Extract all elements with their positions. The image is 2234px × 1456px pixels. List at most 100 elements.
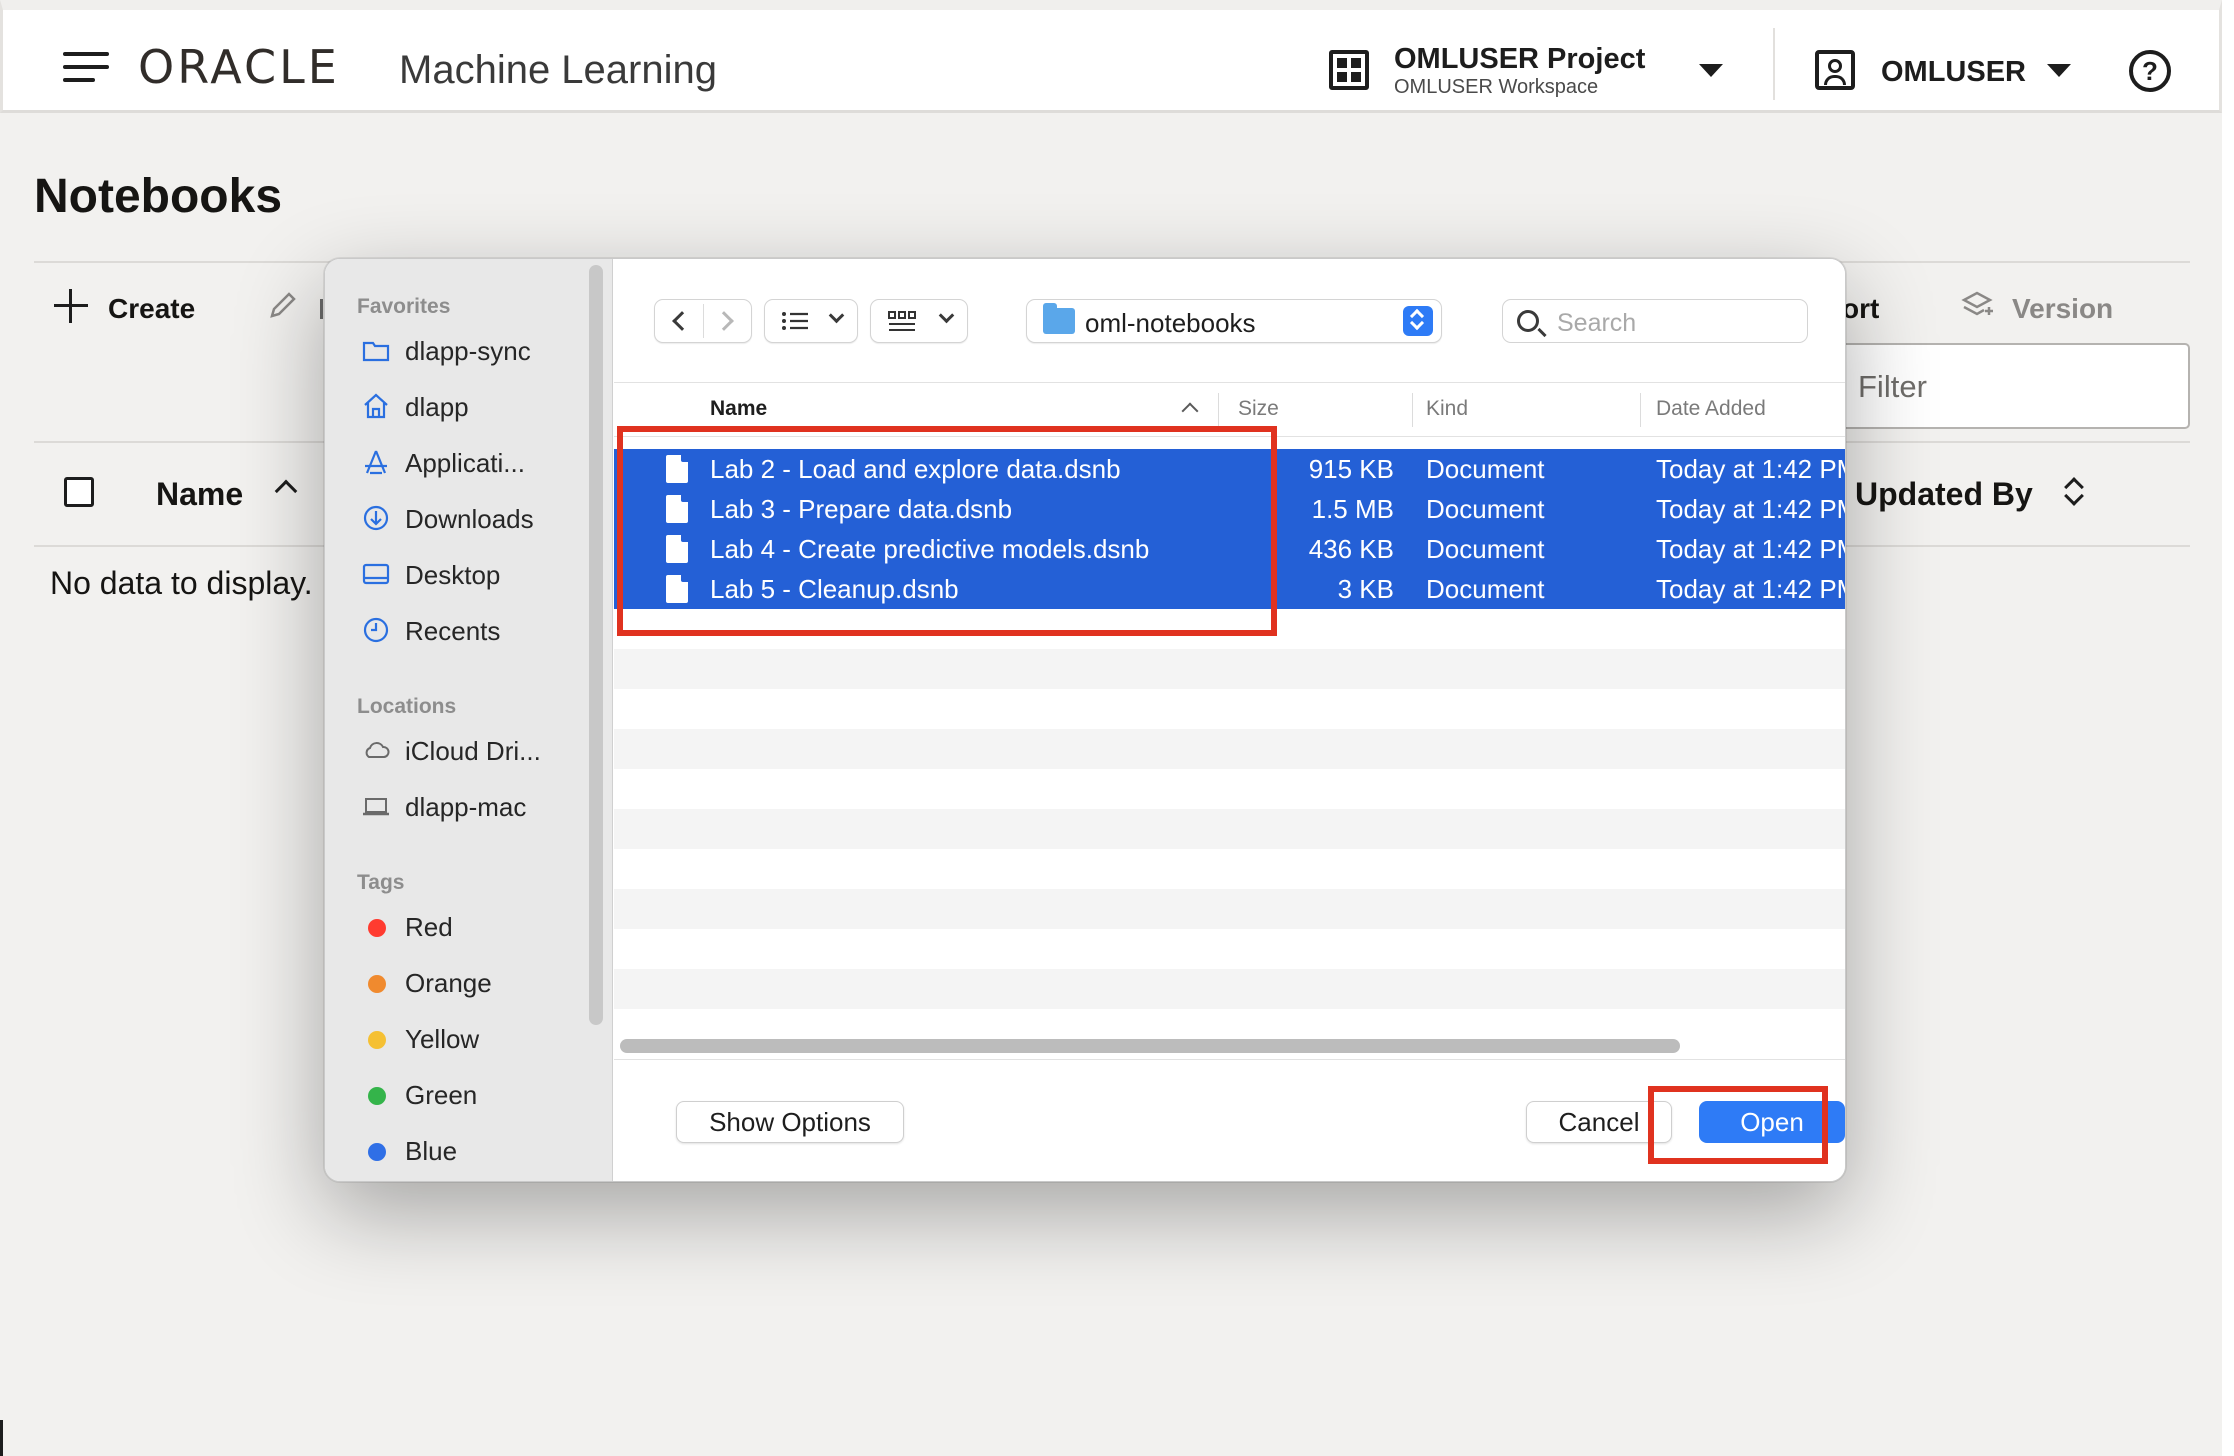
sidebar-tag-red[interactable]: Red	[357, 905, 589, 949]
toolbar-separator	[320, 299, 323, 319]
applications-icon	[365, 450, 387, 475]
create-button[interactable]: Create	[108, 293, 195, 325]
sidebar-scrollbar[interactable]	[589, 265, 603, 1025]
menu-icon[interactable]	[63, 52, 109, 82]
sidebar-item-label: Recents	[405, 616, 501, 646]
clock-icon	[363, 617, 389, 643]
folder-icon	[362, 341, 390, 362]
column-header-name[interactable]: Name	[156, 476, 243, 513]
search-icon	[1517, 310, 1539, 332]
filter-input[interactable]: Filter	[1840, 343, 2190, 429]
sidebar-item-recents[interactable]: Recents	[357, 609, 589, 653]
window-edge	[0, 1420, 3, 1456]
sidebar-item-desktop[interactable]: Desktop	[357, 553, 589, 597]
project-icon[interactable]	[1329, 50, 1369, 90]
sort-ascending-icon[interactable]	[274, 479, 298, 503]
current-folder: oml-notebooks	[1085, 308, 1256, 338]
dialog-sidebar: Favorites dlapp-sync dlapp Applicati... …	[325, 259, 613, 1181]
page-title: Notebooks	[34, 170, 283, 223]
grid-view-icon	[888, 311, 916, 331]
tag-label: Orange	[405, 968, 492, 998]
empty-row	[614, 889, 1845, 929]
project-dropdown-icon[interactable]	[1699, 64, 1723, 77]
version-button[interactable]: Version	[2012, 293, 2113, 325]
list-view-button[interactable]	[764, 299, 858, 343]
dialog-main: oml-notebooks Search Name Size Kind Date…	[614, 259, 1846, 1181]
version-icon[interactable]	[1960, 289, 1994, 323]
empty-message: No data to display.	[50, 565, 313, 601]
folder-icon	[1043, 303, 1075, 334]
sidebar-item-label: iCloud Dri...	[405, 736, 541, 766]
sidebar-item-downloads[interactable]: Downloads	[357, 497, 589, 541]
user-name[interactable]: OMLUSER	[1881, 56, 2026, 89]
dialog-toolbar: oml-notebooks Search	[614, 259, 1845, 383]
plus-icon[interactable]	[54, 289, 88, 323]
favorites-heading: Favorites	[357, 295, 451, 318]
show-options-button[interactable]: Show Options	[676, 1101, 904, 1143]
sidebar-item-label: dlapp-mac	[405, 792, 527, 822]
product-name: Machine Learning	[399, 48, 717, 92]
pencil-icon[interactable]	[266, 288, 300, 322]
home-icon	[364, 393, 388, 419]
column-header-updated-by[interactable]: Updated By	[1855, 476, 2033, 513]
updown-icon	[1403, 306, 1433, 336]
highlight-selected-files	[617, 426, 1277, 636]
user-icon[interactable]	[1815, 50, 1855, 90]
select-all-checkbox[interactable]	[64, 477, 94, 507]
laptop-icon	[363, 798, 389, 816]
search-input[interactable]: Search	[1502, 299, 1808, 343]
sidebar-item-dlapp-sync[interactable]: dlapp-sync	[357, 329, 589, 373]
sidebar-item-label: Downloads	[405, 504, 534, 534]
tags-heading: Tags	[357, 871, 405, 894]
horizontal-scrollbar[interactable]	[620, 1039, 1680, 1053]
forward-icon[interactable]	[714, 311, 734, 331]
back-icon[interactable]	[672, 311, 692, 331]
sidebar-tag-blue[interactable]: Blue	[357, 1129, 589, 1173]
help-icon[interactable]: ?	[2129, 50, 2171, 92]
sidebar-tag-yellow[interactable]: Yellow	[357, 1017, 589, 1061]
divider	[614, 1059, 1845, 1060]
sidebar-tag-green[interactable]: Green	[357, 1073, 589, 1117]
tag-label: Green	[405, 1080, 478, 1110]
file-date: Today at 1:42 PM	[1656, 454, 1846, 484]
file-kind: Document	[1426, 454, 1545, 484]
file-kind: Document	[1426, 494, 1545, 524]
sidebar-item-icloud-drive[interactable]: iCloud Dri...	[357, 729, 589, 773]
chevron-down-icon	[938, 307, 955, 324]
file-date: Today at 1:42 PM	[1656, 574, 1846, 604]
empty-row	[614, 649, 1845, 689]
file-date: Today at 1:42 PM	[1656, 494, 1846, 524]
sort-icon[interactable]	[2064, 477, 2086, 507]
file-kind: Document	[1426, 574, 1545, 604]
blue-tag-icon	[368, 1143, 386, 1161]
filter-placeholder: Filter	[1858, 369, 1927, 404]
tag-label: Yellow	[405, 1024, 480, 1054]
column-header-date-added[interactable]: Date Added	[1656, 397, 1766, 421]
desktop-icon	[362, 563, 390, 585]
sidebar-item-label: Applicati...	[405, 448, 525, 478]
sidebar-tag-orange[interactable]: Orange	[357, 961, 589, 1005]
file-kind: Document	[1426, 534, 1545, 564]
column-header-name[interactable]: Name	[710, 397, 767, 421]
sidebar-item-label: dlapp-sync	[405, 336, 531, 366]
project-title[interactable]: OMLUSER Project	[1394, 43, 1645, 76]
location-popup[interactable]: oml-notebooks	[1026, 299, 1442, 343]
empty-row	[614, 729, 1845, 769]
import-button[interactable]: ort	[1842, 293, 1879, 325]
sort-ascending-icon	[1181, 402, 1199, 420]
empty-row	[614, 809, 1845, 849]
user-dropdown-icon[interactable]	[2047, 64, 2071, 77]
column-header-size[interactable]: Size	[1238, 397, 1279, 421]
sidebar-item-label: dlapp	[405, 392, 469, 422]
file-date: Today at 1:42 PM	[1656, 534, 1846, 564]
group-button[interactable]	[870, 299, 968, 343]
sidebar-item-applications[interactable]: Applicati...	[357, 441, 589, 485]
sidebar-item-label: Desktop	[405, 560, 501, 590]
search-placeholder: Search	[1557, 309, 1637, 337]
sidebar-item-dlapp[interactable]: dlapp	[357, 385, 589, 429]
file-open-dialog: Favorites dlapp-sync dlapp Applicati... …	[324, 258, 1846, 1182]
sidebar-item-dlapp-mac[interactable]: dlapp-mac	[357, 785, 589, 829]
column-header-kind[interactable]: Kind	[1426, 397, 1468, 421]
nav-buttons	[654, 299, 752, 343]
chevron-down-icon	[828, 307, 845, 324]
